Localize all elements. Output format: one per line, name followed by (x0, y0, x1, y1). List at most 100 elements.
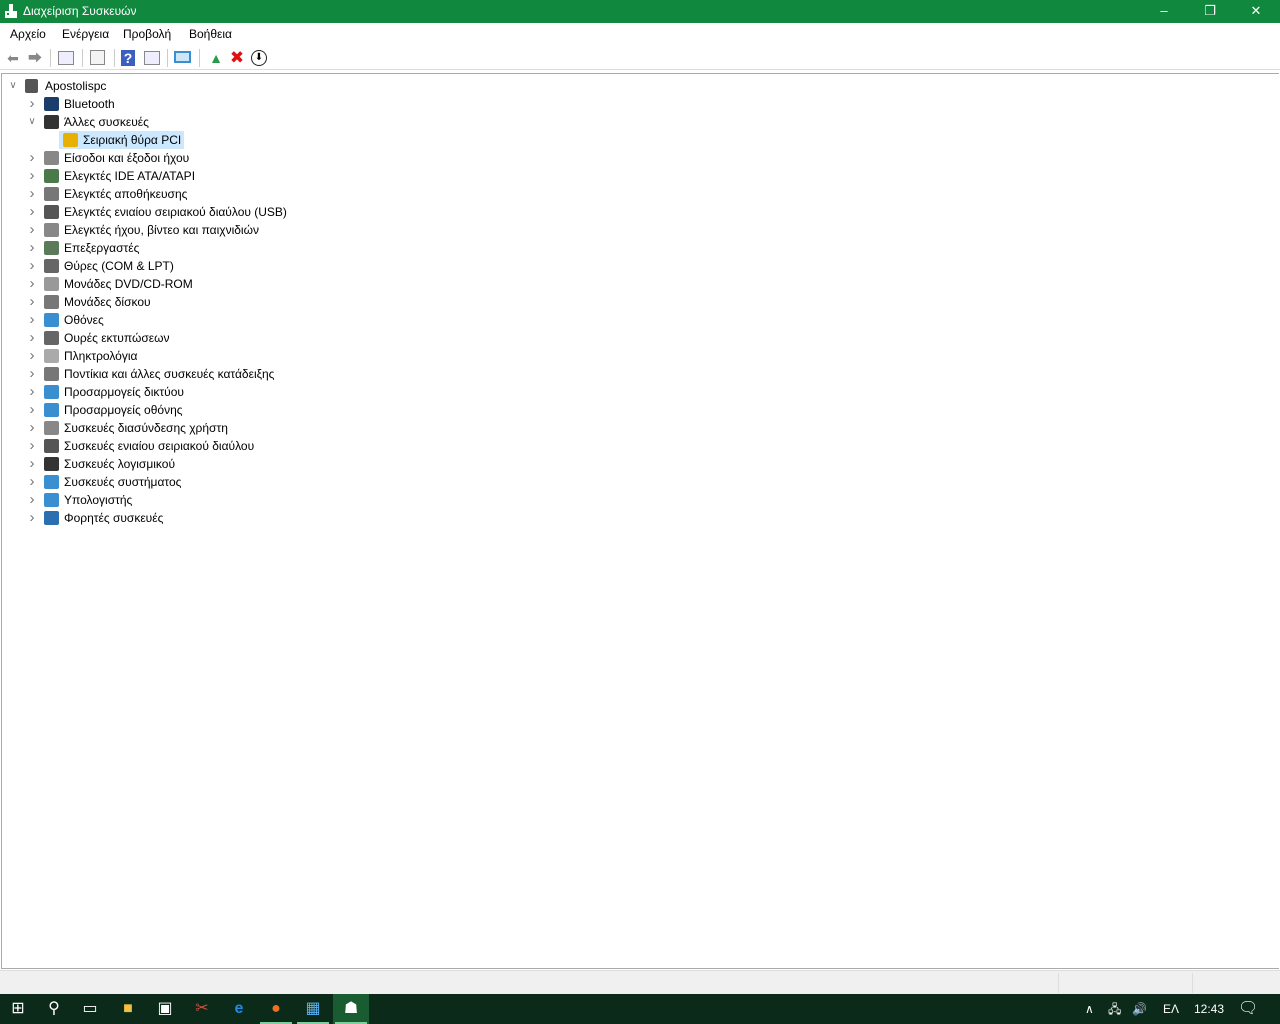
firefox-icon[interactable]: ● (258, 994, 294, 1024)
chevron-right-icon[interactable]: › (27, 311, 37, 329)
tree-category[interactable]: › Ελεγκτές αποθήκευσης (2, 185, 402, 203)
chevron-right-icon[interactable]: › (27, 437, 37, 455)
system-devices-icon (44, 475, 59, 489)
store-icon[interactable]: ▣ (147, 994, 183, 1024)
chevron-right-icon[interactable]: › (27, 203, 37, 221)
tree-category[interactable]: › Συσκευές διασύνδεσης χρήστη (2, 419, 402, 437)
tree-category[interactable]: › Οθόνες (2, 311, 402, 329)
tree-category[interactable]: › Προσαρμογείς δικτύου (2, 383, 402, 401)
chevron-right-icon[interactable]: › (27, 185, 37, 203)
tree-category[interactable]: › Συσκευές συστήματος (2, 473, 402, 491)
computer-root-icon (25, 79, 38, 93)
menu-view[interactable]: Προβολή (123, 27, 171, 41)
menu-file[interactable]: Αρχείο (10, 27, 46, 41)
tree-category[interactable]: › Είσοδοι και έξοδοι ήχου (2, 149, 402, 167)
tree-category-label: Είσοδοι και έξοδοι ήχου (64, 151, 190, 165)
chevron-right-icon[interactable]: › (27, 455, 37, 473)
chevron-right-icon[interactable]: › (27, 347, 37, 365)
tree-category[interactable]: › Μονάδες δίσκου (2, 293, 402, 311)
search-icon[interactable]: ⚲ (36, 994, 72, 1024)
task-view-icon[interactable]: ▭ (72, 994, 108, 1024)
chevron-right-icon[interactable]: › (27, 293, 37, 311)
tree-category[interactable]: › Θύρες (COM & LPT) (2, 257, 402, 275)
edge-icon[interactable]: e (221, 994, 257, 1024)
chevron-right-icon[interactable]: › (27, 365, 37, 383)
tree-category[interactable]: › Υπολογιστής (2, 491, 402, 509)
chevron-right-icon[interactable]: › (27, 419, 37, 437)
chevron-right-icon[interactable]: › (27, 509, 37, 527)
mouse-icon (44, 367, 59, 381)
show-hidden-icons-icon[interactable]: ∧ (1085, 994, 1094, 1024)
tree-category[interactable]: › Ελεγκτές IDE ATA/ATAPI (2, 167, 402, 185)
show-hide-console-tree-icon[interactable] (58, 51, 74, 65)
device-manager-icon[interactable]: ☗ (333, 994, 369, 1024)
tree-category-label: Ποντίκια και άλλες συσκευές κατάδειξης (64, 367, 275, 381)
status-bar (0, 970, 1280, 994)
language-indicator[interactable]: ΕΛ (1163, 994, 1179, 1024)
tree-category[interactable]: › Φορητές συσκευές (2, 509, 402, 527)
chevron-right-icon[interactable]: › (27, 149, 37, 167)
clock[interactable]: 12:43 (1194, 994, 1224, 1024)
tree-category[interactable]: › Επεξεργαστές (2, 239, 402, 257)
toolbar: ⬅ ⮕ ? ▲ ✖ ⬇ (0, 45, 1280, 70)
chevron-right-icon[interactable]: › (27, 239, 37, 257)
tree-root[interactable]: ∨ Apostolispc (2, 77, 302, 95)
action-pane-icon[interactable] (144, 51, 160, 65)
close-button[interactable]: ✕ (1233, 0, 1279, 23)
chevron-right-icon[interactable]: › (27, 167, 37, 185)
start-icon[interactable]: ⊞ (0, 994, 36, 1024)
forward-icon[interactable]: ⮕ (26, 49, 44, 67)
sound-icon (44, 223, 59, 237)
chevron-right-icon[interactable]: › (27, 491, 37, 509)
network-icon[interactable]: 🖧 (1108, 994, 1121, 1024)
chevron-down-icon[interactable]: ∨ (27, 113, 37, 131)
tree-category-label: Οθόνες (64, 313, 104, 327)
file-explorer-icon[interactable]: ■ (110, 994, 146, 1024)
tree-category[interactable]: › Ελεγκτές ενιαίου σειριακού διαύλου (USB… (2, 203, 402, 221)
tree-category-label: Προσαρμογείς δικτύου (64, 385, 184, 399)
chevron-right-icon[interactable]: › (27, 383, 37, 401)
title-bar: Διαχείριση Συσκευών – ❐ ✕ (0, 0, 1280, 23)
tree-category[interactable]: › Πληκτρολόγια (2, 347, 402, 365)
tree-category[interactable]: › Ελεγκτές ήχου, βίντεο και παιχνιδιών (2, 221, 402, 239)
port-icon (44, 259, 59, 273)
action-center-icon[interactable]: 🗨 (1238, 994, 1258, 1024)
control-panel-icon[interactable]: ▦ (295, 994, 331, 1024)
device-tree: ∨ Apostolispc › Bluetooth ∨ Άλλες συσκευές Σ… (1, 73, 1279, 969)
tree-category[interactable]: › Προσαρμογείς οθόνης (2, 401, 402, 419)
back-icon[interactable]: ⬅ (4, 49, 22, 67)
volume-icon[interactable]: 🔊 (1132, 994, 1147, 1024)
chevron-right-icon[interactable]: › (27, 401, 37, 419)
toolbar-separator (167, 49, 168, 67)
help-icon[interactable]: ? (121, 50, 135, 66)
uninstall-icon[interactable]: ✖ (228, 49, 246, 67)
status-divider (1192, 973, 1193, 993)
menu-action[interactable]: Ενέργεια (62, 27, 109, 41)
restore-button[interactable]: ❐ (1187, 0, 1233, 23)
disable-icon[interactable]: ⬇ (251, 50, 267, 66)
scan-hardware-icon[interactable] (174, 51, 191, 63)
tree-device-selected[interactable]: Σειριακή θύρα PCI (59, 131, 184, 149)
chevron-right-icon[interactable]: › (27, 473, 37, 491)
tree-category[interactable]: › Συσκευές λογισμικού (2, 455, 402, 473)
tree-category[interactable]: › Ποντίκια και άλλες συσκευές κατάδειξης (2, 365, 402, 383)
network-adapter-icon (44, 385, 59, 399)
chevron-right-icon[interactable]: › (27, 257, 37, 275)
chevron-down-icon[interactable]: ∨ (8, 77, 18, 95)
tree-category[interactable]: › Ουρές εκτυπώσεων (2, 329, 402, 347)
minimize-button[interactable]: – (1141, 0, 1187, 23)
tree-category[interactable]: ∨ Άλλες συσκευές (2, 113, 402, 131)
chevron-right-icon[interactable]: › (27, 221, 37, 239)
tree-category-label: Μονάδες DVD/CD-ROM (64, 277, 193, 291)
update-driver-icon[interactable]: ▲ (207, 49, 225, 67)
device-manager-icon (5, 4, 17, 18)
snipping-tool-icon[interactable]: ✂ (184, 994, 220, 1024)
tree-category[interactable]: › Bluetooth (2, 95, 402, 113)
tree-category[interactable]: › Μονάδες DVD/CD-ROM (2, 275, 402, 293)
chevron-right-icon[interactable]: › (27, 329, 37, 347)
chevron-right-icon[interactable]: › (27, 95, 37, 113)
properties-icon[interactable] (90, 50, 105, 65)
menu-help[interactable]: Βοήθεια (189, 27, 232, 41)
chevron-right-icon[interactable]: › (27, 275, 37, 293)
tree-category[interactable]: › Συσκευές ενιαίου σειριακού διαύλου (2, 437, 402, 455)
